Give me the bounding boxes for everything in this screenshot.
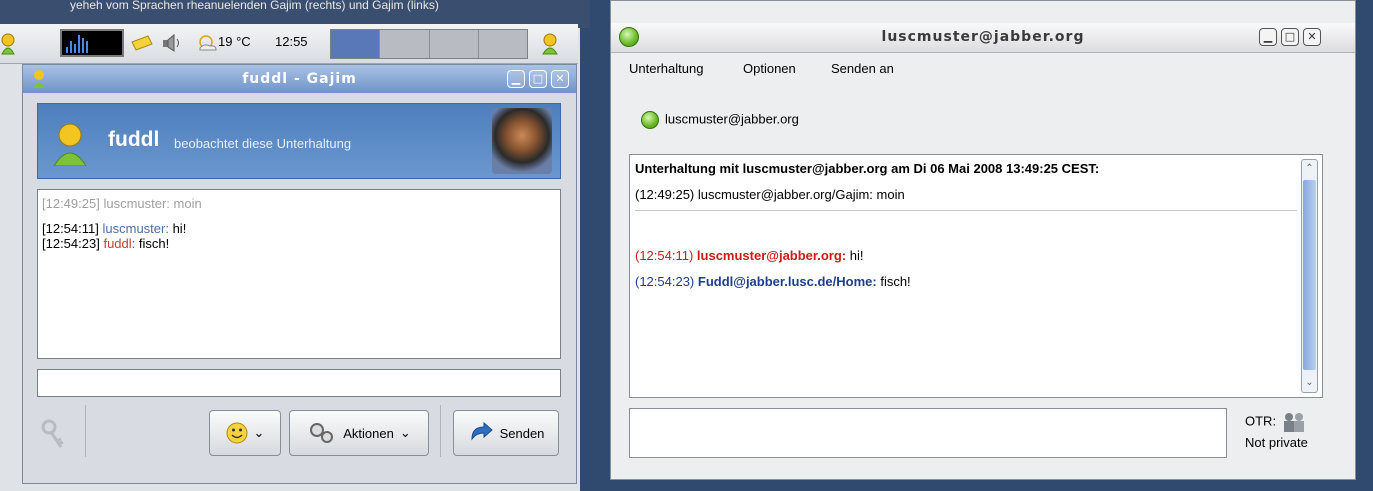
chevron-down-icon: ⌄ [399,425,411,440]
temperature-label: 19 °C [218,34,251,49]
minimize-button[interactable]: ▁ [507,70,525,88]
scroll-up-arrow-icon[interactable]: ⌃ [1302,160,1317,178]
conversation-view[interactable]: [12:49:25] luscmuster: moin [12:54:11] l… [37,189,561,359]
monitor-bar [70,41,72,53]
monitor-bar [86,41,88,53]
history-line: (12:49:25) luscmuster@jabber.org/Gajim: … [635,187,905,202]
history-header: Unterhaltung mit luscmuster@jabber.org a… [635,161,1100,176]
message-line: [12:49:25] luscmuster: moin [42,196,202,211]
maximize-button[interactable]: □ [529,70,547,88]
scroll-down-arrow-icon[interactable]: ⌄ [1302,374,1317,392]
contact-banner: fuddl beobachtet diese Unterhaltung [37,103,561,179]
toolbar-divider [85,405,86,457]
otr-people-icon [1283,413,1304,432]
avatar [492,108,552,174]
message-line: [12:54:23] fuddl: fisch! [42,236,170,251]
otr-status-text: Not private [1245,435,1308,450]
contact-status-icon [641,111,659,129]
menu-send-to[interactable]: Senden an [831,61,894,76]
message-line: [12:54:11] luscmuster: hi! [42,221,187,236]
clock[interactable]: 12:55 [275,34,308,49]
chevron-down-icon: ⌄ [253,425,265,440]
message-input[interactable] [37,369,561,397]
vertical-scrollbar[interactable]: ⌃ ⌄ [1301,159,1318,393]
workspace-1[interactable] [331,30,381,58]
monitor-bar [66,47,68,53]
window-titlebar[interactable]: luscmuster@jabber.org ▁ □ ✕ [611,23,1355,53]
menu-conversation[interactable]: Unterhaltung [629,61,703,76]
top-strip-caption: yeheh vom Sprachen rheanuelenden Gajim (… [70,0,439,12]
contact-avatar-icon [53,123,87,166]
workspace-switcher[interactable] [330,29,528,59]
contact-header: luscmuster@jabber.org [641,111,799,129]
mail-icon[interactable] [130,32,154,54]
gajim-chat-window-right: luscmuster@jabber.org ▁ □ ✕ Unterhaltung… [610,0,1356,480]
top-panel: 19 °C 12:55 [0,24,578,64]
smiley-icon [226,422,248,444]
history-separator [635,210,1297,211]
actions-button[interactable]: Aktionen ⌄ [289,410,429,456]
system-monitor-applet[interactable] [60,29,124,57]
contact-jid: luscmuster@jabber.org [665,111,799,127]
send-arrow-icon [471,421,493,441]
contact-status: beobachtet diese Unterhaltung [174,136,352,151]
message-line: (12:54:23) Fuddl@jabber.lusc.de/Home: fi… [635,274,911,289]
actions-label: Aktionen [343,425,394,441]
gajim-tray-icon[interactable] [540,32,560,56]
workspace-4[interactable] [478,30,527,58]
message-input[interactable] [629,408,1227,458]
window-title: luscmuster@jabber.org [881,29,1085,45]
encryption-keys-icon[interactable] [37,417,71,451]
gajim-chat-window: fuddl - Gajim ▁ □ ✕ fuddl beobachtet die… [22,64,577,484]
send-label: Senden [499,425,545,441]
window-titlebar[interactable]: fuddl - Gajim ▁ □ ✕ [23,65,576,93]
conversation-view[interactable]: Unterhaltung mit luscmuster@jabber.org a… [629,154,1323,398]
workspace-2[interactable] [380,30,430,58]
menu-options[interactable]: Optionen [743,61,796,76]
close-button[interactable]: ✕ [1303,28,1321,46]
volume-icon[interactable] [160,32,184,54]
toolbar-divider [440,405,441,457]
monitor-bar [74,44,76,53]
workspace-3[interactable] [429,30,479,58]
gears-icon [310,423,334,443]
send-button[interactable]: Senden [453,410,559,456]
otr-status[interactable]: OTR: Not private [1245,411,1308,453]
maximize-button[interactable]: □ [1281,28,1299,46]
otr-label: OTR: [1245,413,1277,429]
contact-name: fuddl [108,128,160,151]
gajim-status-icon[interactable] [0,32,16,56]
close-button[interactable]: ✕ [551,70,569,88]
minimize-button[interactable]: ▁ [1259,28,1277,46]
scrollbar-thumb[interactable] [1303,180,1316,370]
weather-icon[interactable] [196,33,220,53]
window-title: fuddl - Gajim [242,71,357,87]
emoticons-button[interactable]: ⌄ [209,410,281,456]
message-line: (12:54:11) luscmuster@jabber.org: hi! [635,248,864,263]
monitor-bar [78,35,80,53]
menu-bar: Unterhaltung Optionen Senden an [611,56,1355,82]
monitor-bar [82,38,84,53]
